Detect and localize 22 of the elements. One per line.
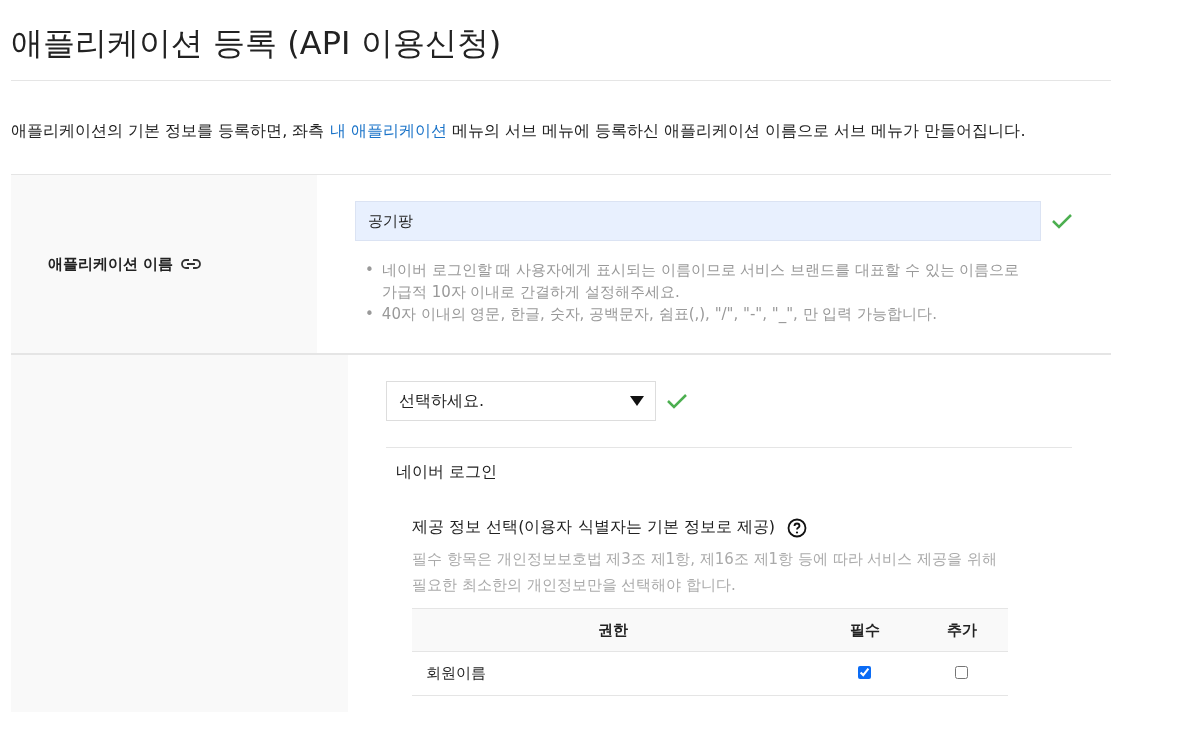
subsection-title: 제공 정보 선택(이용자 식별자는 기본 정보로 제공) — [412, 517, 775, 538]
column-header: 권한 — [412, 608, 814, 652]
hint-text: 네이버 로그인할 때 사용자에게 표시되는 이름이므로 서비스 브랜드를 대표할 수 있는 이름으로 가급적 10자 이내로 간결하게 설정해주세요. — [381, 260, 1021, 303]
caret-icon — [629, 395, 645, 407]
page-title: 애플리케이션 등록 (API 이용신청) — [11, 8, 1111, 81]
section-title: 네이버 로그인 — [396, 462, 499, 483]
intro-text: 애플리케이션의 기본 정보를 등록하면, 좌측 내 애플리케이션 메뉴의 서브 메뉴에 등록하신 애플리케이션 이름으로 서브 메뉴가 만들어집니다. — [11, 120, 1027, 142]
api-select[interactable]: 선택하세요. — [386, 381, 656, 421]
bullet-icon: • — [365, 303, 374, 325]
required-checkbox[interactable] — [858, 665, 871, 679]
help-icon[interactable] — [787, 517, 807, 538]
app-name-field[interactable]: 공기팡 — [355, 201, 1041, 241]
additional-checkbox[interactable] — [955, 665, 968, 679]
bullet-icon: • — [365, 259, 374, 303]
field-label: 애플리케이션 이름 — [48, 254, 174, 274]
description-text: 필수 항목은 개인정보보호법 제3조 제1항, 제16조 제1항 등에 따라 서비스 제공을 위해 필요한 최소한의 개인정보만을 선택해야 합니다. — [412, 549, 998, 596]
table-cell: 회원이름 — [412, 651, 814, 696]
column-header: 추가 — [916, 608, 1008, 652]
link-icon — [181, 258, 202, 270]
hint-text: 40자 이내의 영문, 한글, 숫자, 공백문자, 쉼표(,), "/", "-", "_", 만 입력 가능합니다. — [381, 304, 937, 325]
my-applications-link[interactable]: 내 애플리케이션 — [329, 121, 447, 140]
column-header: 필수 — [814, 608, 916, 652]
